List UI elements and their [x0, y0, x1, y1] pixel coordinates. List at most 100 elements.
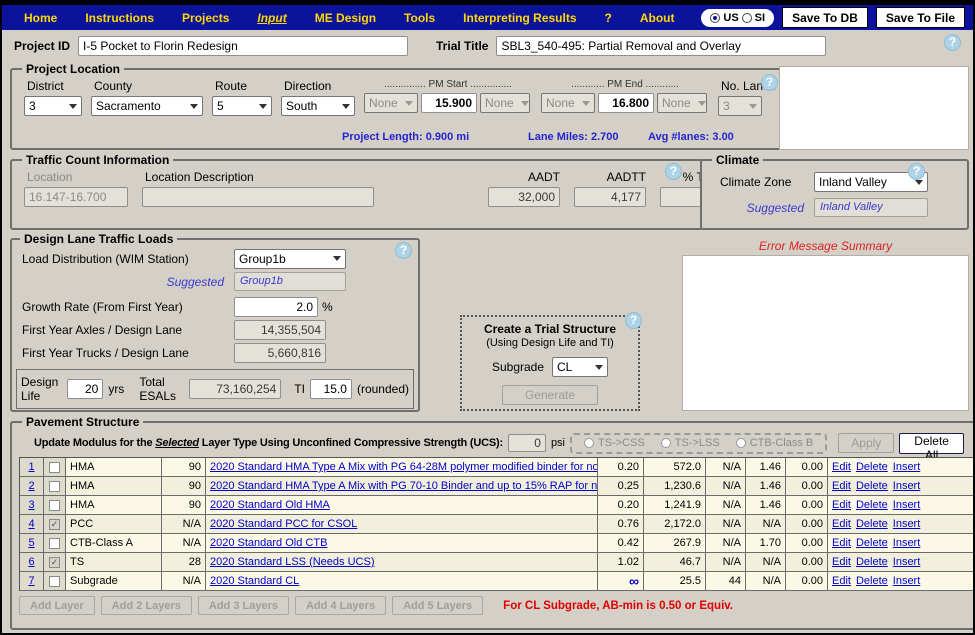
- ctb-class-b-radio-item: CTB-Class B: [735, 437, 813, 449]
- layer-thickness: 90: [162, 477, 206, 495]
- insert-link[interactable]: Insert: [893, 499, 921, 511]
- units-toggle: US SI: [701, 8, 775, 27]
- layer-table: 1 HMA 90 2020 Standard HMA Type A Mix wi…: [19, 457, 973, 591]
- edit-link[interactable]: Edit: [832, 518, 851, 530]
- traffic-count-help-icon[interactable]: ?: [665, 163, 682, 180]
- layer-number-link[interactable]: 2: [28, 480, 34, 492]
- layer-material-link[interactable]: 2020 Standard LSS (Needs UCS): [210, 556, 374, 568]
- nav-home[interactable]: Home: [10, 11, 71, 25]
- delete-link[interactable]: Delete: [856, 556, 888, 568]
- layer-value-1: ∞: [598, 572, 644, 590]
- trial-title-input[interactable]: [496, 36, 827, 56]
- project-id-input[interactable]: [78, 36, 409, 56]
- layer-value-2: 2,172.0: [644, 515, 706, 533]
- save-to-db-button[interactable]: Save To DB: [782, 7, 868, 28]
- delete-link[interactable]: Delete: [856, 575, 888, 587]
- layer-material-link[interactable]: 2020 Standard HMA Type A Mix with PG 70-…: [210, 480, 597, 492]
- climate-help-icon[interactable]: ?: [908, 163, 925, 180]
- delete-link[interactable]: Delete: [856, 499, 888, 511]
- delete-all-button[interactable]: Delete All: [899, 432, 964, 462]
- edit-link[interactable]: Edit: [832, 499, 851, 511]
- nav-input[interactable]: Input: [243, 11, 300, 25]
- pm-end-label: ............ PM End ............: [571, 79, 679, 90]
- insert-link[interactable]: Insert: [893, 575, 921, 587]
- top-nav: Home Instructions Projects Input ME Desi…: [2, 2, 973, 30]
- layer-checkbox[interactable]: [49, 480, 60, 492]
- layer-type: HMA: [66, 477, 162, 495]
- county-select[interactable]: Sacramento: [91, 96, 203, 116]
- wim-select[interactable]: Group1b: [234, 248, 346, 269]
- layer-value-3: 44: [706, 572, 746, 590]
- layer-number-link[interactable]: 6: [28, 556, 34, 568]
- layer-number-link[interactable]: 1: [28, 461, 34, 473]
- layer-checkbox[interactable]: [49, 537, 60, 549]
- nav-instructions[interactable]: Instructions: [71, 11, 168, 25]
- nav-help[interactable]: ?: [591, 11, 626, 25]
- layer-value-2: 25.5: [644, 572, 706, 590]
- pm-start-input[interactable]: [421, 93, 477, 113]
- nav-interpreting-results[interactable]: Interpreting Results: [449, 11, 590, 25]
- direction-select[interactable]: South: [281, 96, 355, 116]
- subgrade-select[interactable]: CL: [552, 357, 609, 377]
- header-help-icon[interactable]: ?: [944, 34, 961, 51]
- direction-label: Direction: [284, 79, 332, 93]
- nav-about[interactable]: About: [626, 11, 689, 25]
- save-to-file-button[interactable]: Save To File: [875, 7, 965, 28]
- layer-checkbox[interactable]: [49, 556, 60, 568]
- table-row: 6 TS 28 2020 Standard LSS (Needs UCS) 1.…: [20, 553, 973, 572]
- trial-structure-help-icon[interactable]: ?: [625, 312, 642, 329]
- delete-link[interactable]: Delete: [856, 518, 888, 530]
- growth-rate-input[interactable]: [234, 296, 318, 317]
- design-loads-help-icon[interactable]: ?: [395, 242, 412, 259]
- nav-me-design[interactable]: ME Design: [301, 11, 390, 25]
- si-units-radio[interactable]: [741, 12, 752, 23]
- delete-link[interactable]: Delete: [856, 537, 888, 549]
- us-units-radio[interactable]: [710, 12, 721, 23]
- design-life-input[interactable]: [67, 379, 104, 399]
- num-lanes-select: 3: [718, 96, 762, 116]
- edit-link[interactable]: Edit: [832, 575, 851, 587]
- edit-link[interactable]: Edit: [832, 556, 851, 568]
- layer-thickness: N/A: [162, 572, 206, 590]
- app-window: Home Instructions Projects Input ME Desi…: [0, 0, 975, 635]
- district-select[interactable]: 3: [24, 96, 82, 116]
- delete-link[interactable]: Delete: [856, 480, 888, 492]
- layer-checkbox[interactable]: [49, 518, 60, 530]
- layer-number-link[interactable]: 4: [28, 518, 34, 530]
- nav-tools[interactable]: Tools: [390, 11, 449, 25]
- pavement-structure-title: Pavement Structure: [26, 415, 140, 429]
- layer-checkbox[interactable]: [49, 575, 60, 587]
- project-location-help-icon[interactable]: ?: [761, 74, 778, 91]
- layer-material-link[interactable]: 2020 Standard Old CTB: [210, 537, 327, 549]
- insert-link[interactable]: Insert: [893, 537, 921, 549]
- route-select[interactable]: 5: [212, 96, 272, 116]
- layer-material-link[interactable]: 2020 Standard Old HMA: [210, 499, 330, 511]
- layer-number-link[interactable]: 5: [28, 537, 34, 549]
- edit-link[interactable]: Edit: [832, 461, 851, 473]
- insert-link[interactable]: Insert: [893, 480, 921, 492]
- layer-checkbox[interactable]: [49, 461, 60, 473]
- layer-checkbox[interactable]: [49, 499, 60, 511]
- edit-link[interactable]: Edit: [832, 537, 851, 549]
- layer-value-5: 0.00: [786, 553, 828, 571]
- delete-link[interactable]: Delete: [856, 461, 888, 473]
- layer-thickness: N/A: [162, 515, 206, 533]
- ti-input[interactable]: [309, 379, 352, 399]
- layer-value-5: 0.00: [786, 477, 828, 495]
- layer-number-link[interactable]: 3: [28, 499, 34, 511]
- layer-material-link[interactable]: 2020 Standard PCC for CSOL: [210, 518, 357, 530]
- nav-projects[interactable]: Projects: [168, 11, 243, 25]
- insert-link[interactable]: Insert: [893, 556, 921, 568]
- layer-type: HMA: [66, 496, 162, 514]
- layer-material-link[interactable]: 2020 Standard CL: [210, 575, 299, 587]
- edit-link[interactable]: Edit: [832, 480, 851, 492]
- aadtt-label: AADTT: [606, 170, 646, 184]
- layer-number-link[interactable]: 7: [28, 575, 34, 587]
- first-year-axles-value: [234, 319, 326, 340]
- layer-material-link[interactable]: 2020 Standard HMA Type A Mix with PG 64-…: [210, 461, 597, 473]
- pm-end-input[interactable]: [598, 93, 654, 113]
- district-label: District: [27, 79, 64, 93]
- growth-rate-label: Growth Rate (From First Year): [22, 299, 183, 314]
- insert-link[interactable]: Insert: [893, 461, 921, 473]
- insert-link[interactable]: Insert: [893, 518, 921, 530]
